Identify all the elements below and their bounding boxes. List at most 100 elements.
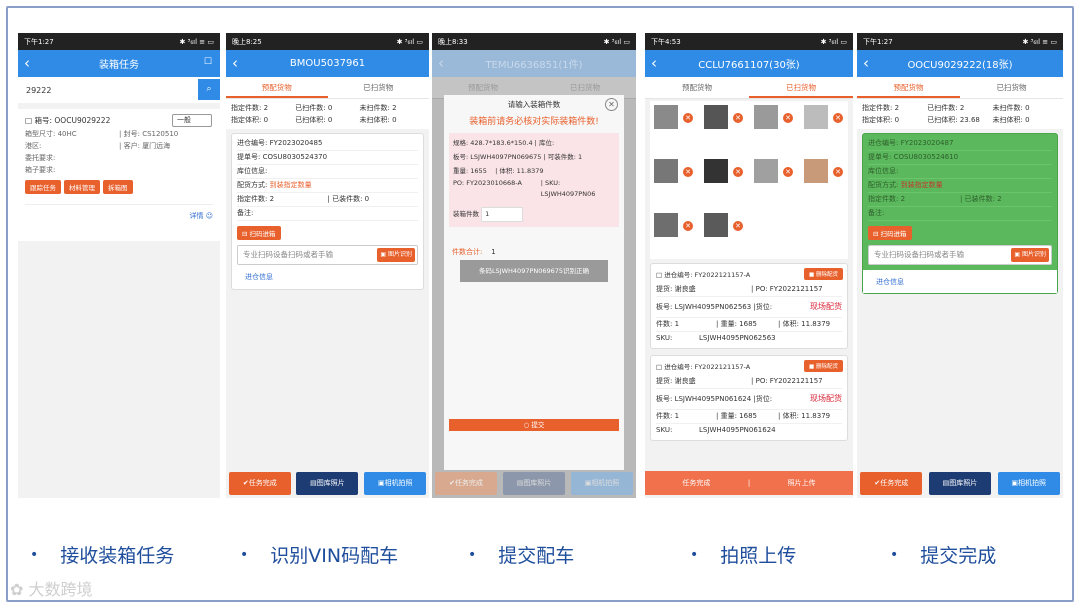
photo-thumb[interactable] xyxy=(704,213,728,237)
tab-prealloc[interactable]: 预配货物 xyxy=(645,77,749,98)
task-complete-button[interactable]: ✔ 任务完成 xyxy=(228,471,291,495)
gallery-button[interactable]: ▤ 图库照片 xyxy=(296,471,359,495)
trash-icon: ■ xyxy=(809,272,816,278)
tab-bar: 预配货物 已扫货物 xyxy=(645,77,853,99)
scan-input[interactable]: 专业扫码设备扫码或者手输 ▣ 图片识别 xyxy=(237,245,418,265)
delete-alloc-button[interactable]: ■ 删除配货 xyxy=(804,360,843,372)
status-bar: 晚上8:25 ✱ ³₆ıl ▭ xyxy=(226,33,429,50)
remove-photo-icon[interactable]: ✕ xyxy=(833,113,843,123)
photo-thumb[interactable] xyxy=(804,105,828,129)
tab-prealloc[interactable]: 预配货物 xyxy=(857,77,960,98)
nav-bar: ‹ CCLU7661107(30张) xyxy=(645,50,853,77)
camera-button[interactable]: ▣ 相机拍照 xyxy=(364,471,427,495)
barcode-verified-button[interactable]: 条码LSJWH4097PN069675识别正确 xyxy=(460,260,608,282)
tab-scanned[interactable]: 已扫货物 xyxy=(749,77,853,98)
photo-thumb[interactable] xyxy=(654,105,678,129)
tab-prealloc[interactable]: 预配货物 xyxy=(226,77,328,98)
photo-thumb[interactable] xyxy=(654,159,678,183)
photo-thumb[interactable] xyxy=(754,105,778,129)
remove-photo-icon[interactable]: ✕ xyxy=(683,167,693,177)
track-task-button[interactable]: 跟踪任务 xyxy=(25,180,61,194)
inbound-info-link[interactable]: 进仓信息 xyxy=(237,265,418,286)
seal-label: 封号: xyxy=(123,130,140,138)
loaded-pieces: 已装件数: 0 xyxy=(332,195,370,203)
back-icon[interactable]: ‹ xyxy=(863,53,869,73)
task-complete-button[interactable]: 任务完成 xyxy=(645,478,748,488)
port-label: 港区: xyxy=(25,142,42,150)
stat-unscanned-vol: 未扫体积: 0 xyxy=(992,116,1030,124)
weight-value: 重量: 1685 xyxy=(720,412,757,420)
task-complete-label: 任务完成 xyxy=(880,479,909,487)
photo-thumb[interactable] xyxy=(754,159,778,183)
spec-label: 规格: xyxy=(453,139,469,147)
remove-photo-icon[interactable]: ✕ xyxy=(783,167,793,177)
delete-alloc-button[interactable]: ■ 删除配货 xyxy=(804,268,843,280)
remove-photo-icon[interactable]: ✕ xyxy=(733,167,743,177)
image-recognize-button[interactable]: ▣ 图片识别 xyxy=(1011,248,1049,262)
camera-button[interactable]: ▣ 相机拍照 xyxy=(997,471,1060,495)
sku-row: SKU: LSJWH4095PN062563 xyxy=(656,332,842,345)
task-card[interactable]: □ 箱号: OOCU9029222 一般 箱型尺寸: 40HC | 封号: CS1… xyxy=(18,109,220,241)
submit-button[interactable]: ○ 提交 xyxy=(449,419,619,431)
remove-photo-icon[interactable]: ✕ xyxy=(683,113,693,123)
task-complete-button[interactable]: ✔ 任务完成 xyxy=(860,471,923,495)
tab-scanned[interactable]: 已扫货物 xyxy=(328,77,430,98)
photo-thumb[interactable] xyxy=(704,159,728,183)
pieces-value: 件数: 1 xyxy=(656,320,680,328)
photo-thumb[interactable] xyxy=(654,213,678,237)
stat-unscanned-count: 未扫件数: 0 xyxy=(992,104,1030,112)
po-value: FY2023010668-A xyxy=(466,179,522,187)
board-value: LSJWH4095PN062563 xyxy=(674,303,752,311)
page-title: TEMU6636851(1件) xyxy=(485,60,583,71)
back-icon[interactable]: ‹ xyxy=(232,53,238,73)
watermark: ✿ 大数跨境 xyxy=(10,576,93,600)
remove-photo-icon[interactable]: ✕ xyxy=(733,221,743,231)
box-label: 箱号: xyxy=(34,116,53,125)
back-icon[interactable]: ‹ xyxy=(651,53,657,73)
gallery-button[interactable]: ▤ 图库照片 xyxy=(503,471,565,495)
scan-input[interactable]: 专业扫码设备扫码或者手输 ▣ 图片识别 xyxy=(868,245,1052,265)
detail-link[interactable]: 详情 ☺ xyxy=(25,204,213,221)
image-recognize-button[interactable]: ▣ 图片识别 xyxy=(377,248,415,262)
page-title: OOCU9029222(18张) xyxy=(907,60,1013,71)
camera-button[interactable]: ▣ 相机拍照 xyxy=(571,471,633,495)
scan-icon[interactable]: ☐ xyxy=(204,57,212,67)
gallery-button[interactable]: ▤ 图库照片 xyxy=(928,471,991,495)
unpack-diagram-button[interactable]: 拆箱图 xyxy=(103,180,133,194)
priority-value: 一般 xyxy=(177,116,191,124)
total-row: 件数合计: 1 xyxy=(444,247,624,257)
material-button[interactable]: 材料管理 xyxy=(64,180,100,194)
logo-icon: ✿ xyxy=(10,580,29,599)
scan-in-label: 扫码进箱 xyxy=(880,230,907,238)
scan-icon: ⊟ xyxy=(873,230,881,238)
gallery-label: 图库照片 xyxy=(316,479,345,487)
search-icon[interactable]: ⌕ xyxy=(198,79,220,100)
search-input[interactable]: 29222 xyxy=(26,86,51,95)
close-icon[interactable]: ✕ xyxy=(605,98,618,111)
scan-in-button[interactable]: ⊟ 扫码进箱 xyxy=(868,226,912,240)
photo-thumb[interactable] xyxy=(704,105,728,129)
sku-label: SKU: xyxy=(656,426,673,434)
pieces-row: 件数: 1 | 重量: 1685 | 体积: 11.8379 xyxy=(656,318,842,332)
remove-photo-icon[interactable]: ✕ xyxy=(683,221,693,231)
photo-thumb[interactable] xyxy=(804,159,828,183)
back-icon[interactable]: ‹ xyxy=(438,53,444,73)
task-complete-button[interactable]: ✔ 任务完成 xyxy=(435,471,497,495)
cargo-card-done: 进仓编号: FY2023020487 提单号: COSU8030524610 库… xyxy=(862,133,1058,294)
page-title: BMOU5037961 xyxy=(289,58,366,69)
inbound-info-link[interactable]: 进仓信息 xyxy=(863,270,1057,293)
remove-photo-icon[interactable]: ✕ xyxy=(783,113,793,123)
gallery-label: 图库照片 xyxy=(523,479,552,487)
remove-photo-icon[interactable]: ✕ xyxy=(833,167,843,177)
priority-select[interactable]: 一般 xyxy=(172,114,212,127)
tab-scanned[interactable]: 已扫货物 xyxy=(960,77,1063,98)
sku-value: LSJWH4095PN061624 xyxy=(699,426,776,434)
remove-photo-icon[interactable]: ✕ xyxy=(733,113,743,123)
scan-in-button[interactable]: ⊟ 扫码进箱 xyxy=(237,226,281,240)
photo-upload-button[interactable]: 照片上传 xyxy=(750,478,853,488)
camera-icon: ▣ xyxy=(377,479,385,487)
item-detail: 规格: 428.7*183.6*150.4 | 库位: 板号: LSJWH409… xyxy=(449,133,619,227)
qty-input[interactable]: 1 xyxy=(481,206,524,222)
task-complete-label: 任务完成 xyxy=(248,479,277,487)
back-icon[interactable]: ‹ xyxy=(24,53,30,73)
